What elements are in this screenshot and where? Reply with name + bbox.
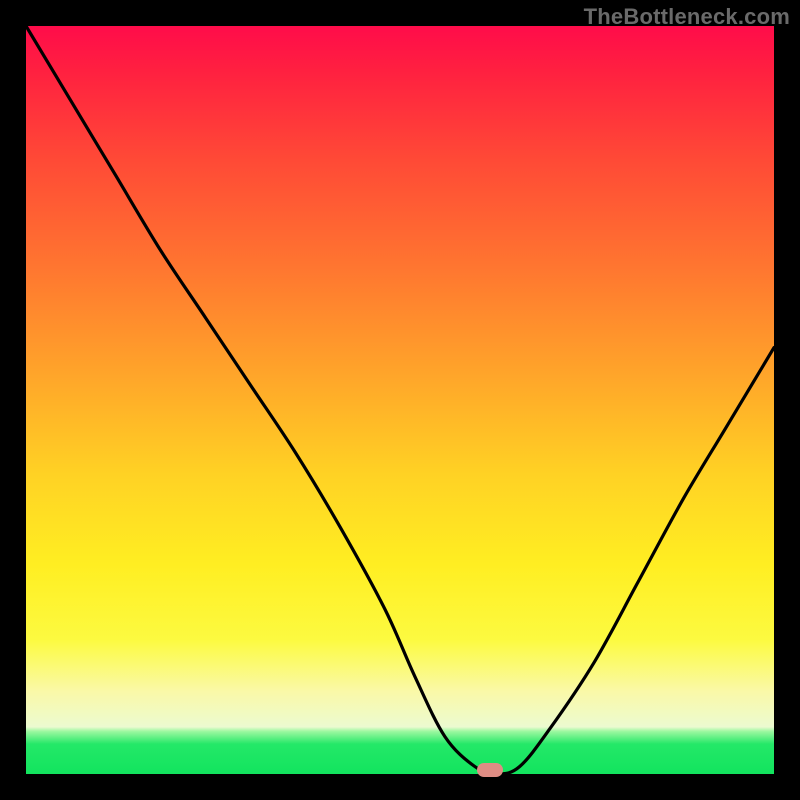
chart-frame: TheBottleneck.com: [0, 0, 800, 800]
optimal-point-marker: [477, 763, 503, 777]
chart-plot-area: [26, 26, 774, 774]
bottleneck-curve: [26, 26, 774, 774]
watermark-text: TheBottleneck.com: [584, 4, 790, 30]
